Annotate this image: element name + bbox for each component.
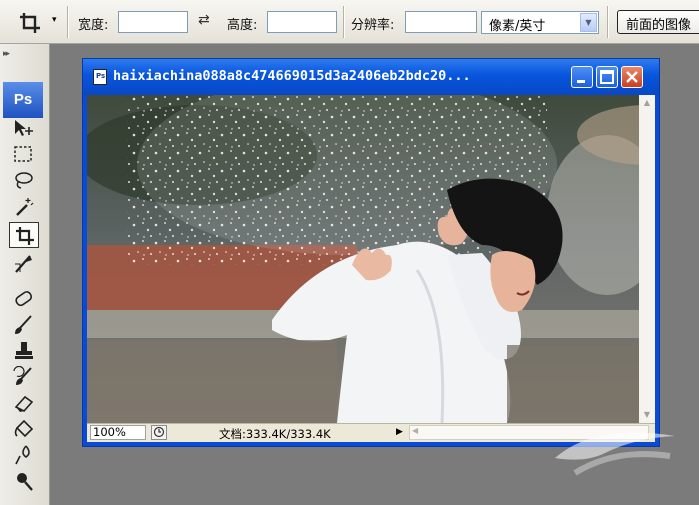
vertical-scrollbar[interactable]: ▲ ▼ [639, 95, 655, 423]
resolution-units-value: 像素/英寸 [489, 19, 546, 34]
dodge-icon [17, 473, 33, 491]
eraser-icon [14, 395, 34, 412]
panel-grip-icon[interactable]: ▸▸ [3, 49, 10, 59]
status-menu-button[interactable] [151, 425, 167, 440]
lasso-tool[interactable] [9, 168, 39, 194]
divider [67, 6, 69, 38]
maximize-icon [600, 70, 614, 84]
paint-bucket-tool[interactable] [9, 416, 39, 442]
crop-icon [16, 227, 34, 245]
close-button[interactable] [621, 66, 643, 88]
toolbox: ▸▸ Ps [0, 44, 50, 505]
crop-icon [20, 13, 40, 33]
width-input[interactable] [118, 11, 188, 33]
document-icon: Ps [93, 69, 107, 85]
document-title: haixiachina088a8c474669015d3a2406eb2bdc2… [113, 68, 471, 84]
paint-bucket-icon [14, 419, 34, 438]
tool-preset-picker[interactable]: ▾ [12, 10, 60, 34]
blur-tool[interactable] [9, 442, 39, 468]
height-label: 高度: [227, 18, 258, 33]
watermark-logo [555, 432, 675, 476]
divider [343, 6, 345, 38]
scroll-left-icon[interactable]: ◀ [412, 426, 418, 435]
dodge-tool[interactable] [9, 468, 39, 494]
document-window: Ps haixiachina088a8c474669015d3a2406eb2b… [82, 58, 660, 447]
front-image-button[interactable]: 前面的图像 [617, 10, 699, 34]
marquee-icon [14, 146, 32, 162]
slice-icon [15, 255, 32, 273]
healing-brush-icon [15, 291, 33, 307]
swap-icon[interactable]: ⇄ [198, 12, 210, 28]
photo-girl-in-water-splash [87, 95, 639, 423]
clock-icon [153, 426, 165, 438]
history-brush-tool[interactable] [9, 364, 39, 390]
document-size-info: 文档:333.4K/333.4K [219, 427, 331, 441]
history-brush-icon [13, 366, 32, 385]
move-icon [15, 120, 33, 136]
height-input[interactable] [267, 11, 337, 33]
status-expand-icon[interactable]: ▶ [393, 425, 406, 440]
eraser-tool[interactable] [9, 390, 39, 416]
document-titlebar[interactable]: Ps haixiachina088a8c474669015d3a2406eb2b… [83, 59, 659, 95]
image-canvas[interactable] [87, 95, 639, 423]
zoom-field[interactable]: 100% [90, 425, 146, 440]
document-client: ▲ ▼ 100% 文档:333.4K/333.4K ▶ ◀ [87, 95, 655, 442]
resolution-label: 分辨率: [351, 18, 395, 33]
resolution-units-select[interactable]: 像素/英寸 ▼ [481, 11, 599, 34]
chevron-down-icon: ▾ [52, 15, 57, 25]
options-bar: ▾ 宽度: ⇄ 高度: 分辨率: 像素/英寸 ▼ 前面的图像 [0, 0, 699, 44]
move-tool[interactable] [9, 116, 39, 142]
minimize-icon [577, 80, 585, 83]
crop-tool[interactable] [9, 222, 39, 248]
close-icon [626, 71, 638, 83]
magic-wand-tool[interactable] [9, 194, 39, 220]
brush-tool[interactable] [9, 312, 39, 338]
slice-tool[interactable] [9, 250, 39, 276]
clone-stamp-tool[interactable] [9, 338, 39, 364]
divider [607, 6, 609, 38]
width-label: 宽度: [78, 18, 109, 33]
ps-logo[interactable]: Ps [3, 82, 43, 118]
chevron-down-icon[interactable]: ▼ [580, 13, 597, 32]
lasso-icon [15, 172, 33, 189]
resolution-input[interactable] [405, 11, 477, 33]
blur-icon [15, 445, 30, 465]
minimize-button[interactable] [571, 66, 593, 88]
clone-stamp-icon [15, 342, 33, 359]
marquee-tool[interactable] [9, 142, 39, 168]
healing-brush-tool[interactable] [9, 286, 39, 312]
magic-wand-icon [16, 198, 34, 216]
maximize-button[interactable] [596, 66, 618, 88]
scroll-up-icon[interactable]: ▲ [639, 95, 655, 111]
brush-icon [15, 315, 32, 334]
